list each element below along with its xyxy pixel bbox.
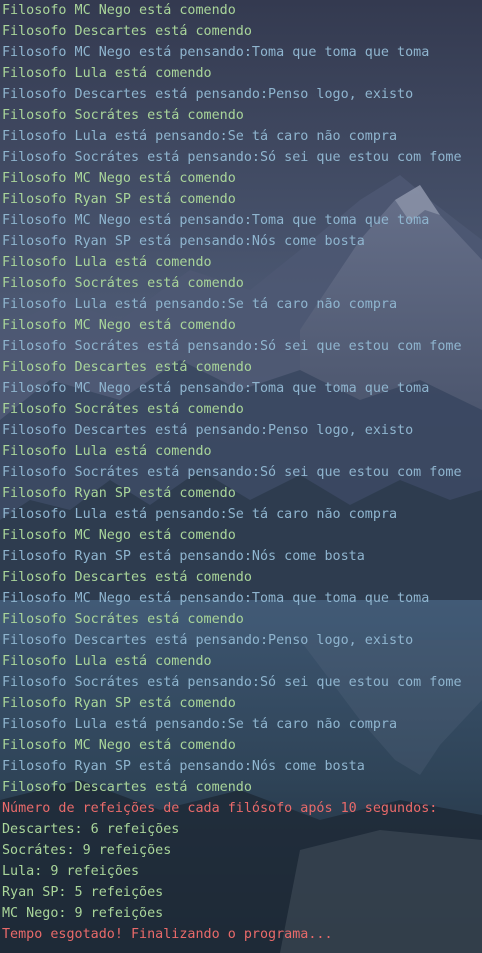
terminal-line: Filosofo Lula está pensando:Se tá caro n…	[2, 507, 398, 522]
terminal-line: Filosofo MC Nego está comendo	[2, 528, 236, 543]
terminal-line: Filosofo Socrátes está pensando:Só sei q…	[2, 339, 462, 354]
terminal-line: Filosofo Descartes está pensando:Penso l…	[2, 633, 414, 648]
terminal-line: Filosofo Socrátes está comendo	[2, 612, 244, 627]
terminal-line: Filosofo Ryan SP está comendo	[2, 192, 236, 207]
terminal-line: Filosofo Socrátes está pensando:Só sei q…	[2, 675, 462, 690]
terminal-line: Filosofo Lula está pensando:Se tá caro n…	[2, 297, 398, 312]
terminal-line: Filosofo Socrátes está comendo	[2, 108, 244, 123]
terminal-line: Filosofo Lula está comendo	[2, 444, 212, 459]
terminal-line: Lula: 9 refeições	[2, 864, 140, 879]
terminal-line: Filosofo Descartes está comendo	[2, 360, 252, 375]
terminal-line: Ryan SP: 5 refeições	[2, 885, 164, 900]
terminal-alert-line: Tempo esgotado! Finalizando o programa..…	[2, 927, 333, 942]
terminal-line: Filosofo Lula está comendo	[2, 255, 212, 270]
terminal-line: Filosofo Descartes está comendo	[2, 780, 252, 795]
terminal-line: Filosofo MC Nego está comendo	[2, 738, 236, 753]
terminal-alert-line: Número de refeições de cada filósofo apó…	[2, 801, 438, 816]
terminal-line: Filosofo Socrátes está pensando:Só sei q…	[2, 150, 462, 165]
terminal-line: Filosofo Socrátes está comendo	[2, 402, 244, 417]
terminal-line: Filosofo Socrátes está pensando:Só sei q…	[2, 465, 462, 480]
terminal-line: MC Nego: 9 refeições	[2, 906, 164, 921]
terminal-line: Filosofo MC Nego está comendo	[2, 318, 236, 333]
terminal-line: Filosofo Ryan SP está pensando:Nós come …	[2, 234, 365, 249]
terminal-line: Filosofo Socrátes está comendo	[2, 276, 244, 291]
terminal-line: Filosofo MC Nego está comendo	[2, 171, 236, 186]
terminal-line: Filosofo Descartes está pensando:Penso l…	[2, 423, 414, 438]
terminal-line: Descartes: 6 refeições	[2, 822, 180, 837]
terminal-line: Filosofo MC Nego está pensando:Toma que …	[2, 381, 430, 396]
terminal-line: Filosofo Ryan SP está pensando:Nós come …	[2, 759, 365, 774]
terminal-line: Filosofo Descartes está comendo	[2, 24, 252, 39]
terminal-line: Filosofo MC Nego está pensando:Toma que …	[2, 213, 430, 228]
terminal-line: Filosofo Descartes está pensando:Penso l…	[2, 87, 414, 102]
terminal-line: Filosofo Lula está pensando:Se tá caro n…	[2, 129, 398, 144]
terminal-line: Filosofo Lula está comendo	[2, 66, 212, 81]
terminal-line: Filosofo Ryan SP está comendo	[2, 696, 236, 711]
terminal-line: Filosofo Ryan SP está pensando:Nós come …	[2, 549, 365, 564]
terminal-line: Filosofo MC Nego está pensando:Toma que …	[2, 45, 430, 60]
terminal-line: Socrátes: 9 refeições	[2, 843, 172, 858]
terminal-line: Filosofo Lula está comendo	[2, 654, 212, 669]
terminal-line: Filosofo Lula está pensando:Se tá caro n…	[2, 717, 398, 732]
terminal-line: Filosofo Descartes está comendo	[2, 570, 252, 585]
terminal-line: Filosofo Ryan SP está comendo	[2, 486, 236, 501]
terminal-line: Filosofo MC Nego está comendo	[2, 3, 236, 18]
terminal-line: Filosofo MC Nego está pensando:Toma que …	[2, 591, 430, 606]
terminal-output[interactable]: Filosofo MC Nego está comendo Filosofo De…	[0, 0, 482, 953]
